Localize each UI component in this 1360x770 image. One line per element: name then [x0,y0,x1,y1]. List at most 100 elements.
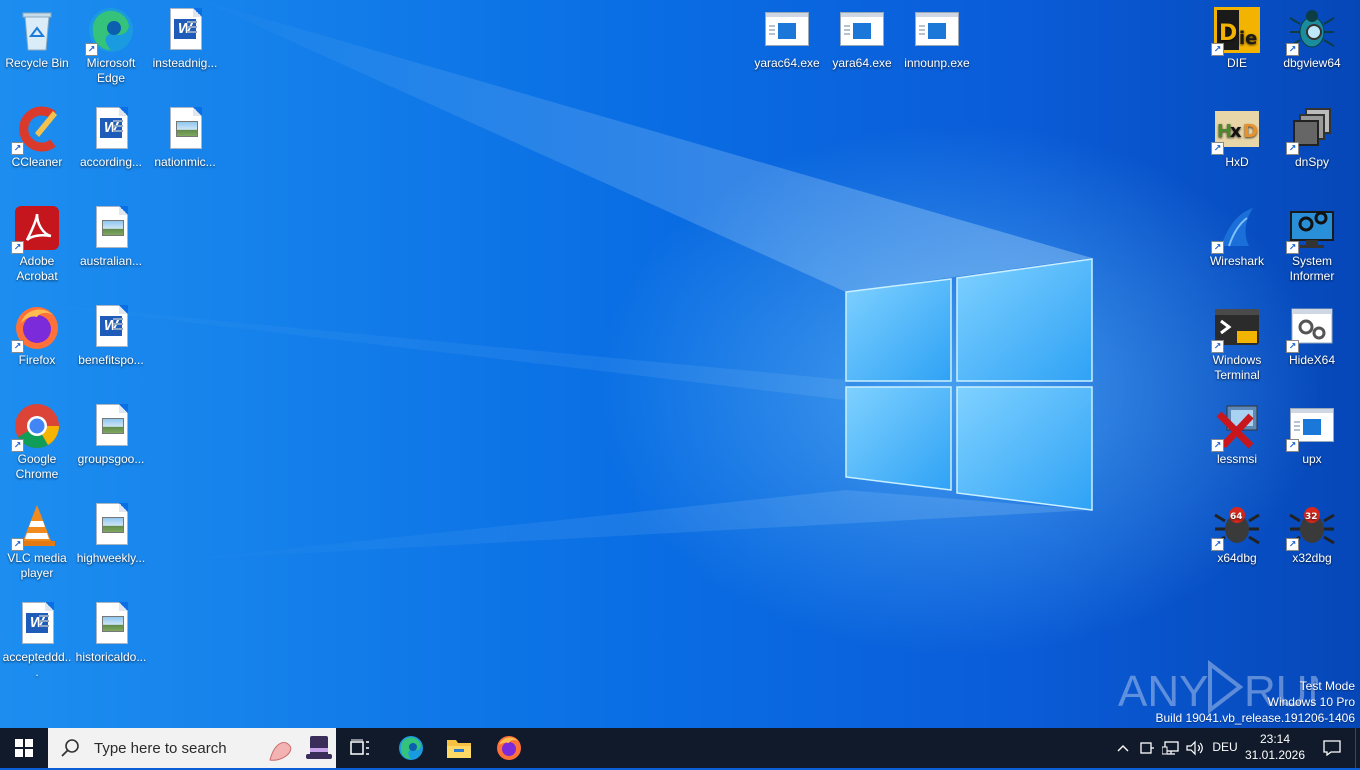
acrobat-icon: ↗ [11,204,61,254]
yara64-desktop-icon[interactable]: yara64.exe [825,0,899,71]
icon-label: yarac64.exe [754,56,820,70]
exe-file-icon [838,6,886,54]
clock-date: 31.01.2026 [1244,748,1306,762]
gears-window-icon: ↗ [1286,303,1336,353]
show-hidden-icons-button[interactable] [1112,728,1134,768]
wireshark-desktop-icon[interactable]: ↗ Wireshark [1200,198,1274,269]
monitor-gear-icon: ↗ [1286,204,1336,254]
acrobat-desktop-icon[interactable]: ↗ Adobe Acrobat [0,198,74,284]
word-file-desktop-icon[interactable]: W insteadnig... [148,0,222,71]
hidex64-desktop-icon[interactable]: ↗ HideX64 [1275,297,1349,368]
icon-label: Wireshark [1209,254,1264,268]
windows-logo-icon [15,739,33,757]
clock[interactable]: 23:14 31.01.2026 [1240,732,1310,762]
dbgview64-desktop-icon[interactable]: ↗ dbgview64 [1275,0,1349,71]
icon-label: benefitspo... [78,353,144,367]
shortcut-arrow-icon: ↗ [1211,340,1224,353]
wireshark-fin-icon: ↗ [1211,204,1261,254]
shortcut-arrow-icon: ↗ [1211,43,1224,56]
x32dbg-desktop-icon[interactable]: 32 ↗ x32dbg [1275,495,1349,566]
innounp-desktop-icon[interactable]: innounp.exe [900,0,974,71]
exe-file-icon [913,6,961,54]
icon-label: VLC media player [7,551,67,580]
icon-label: innounp.exe [904,56,970,70]
firefox-desktop-icon[interactable]: ↗ Firefox [0,297,74,368]
yarac64-desktop-icon[interactable]: yarac64.exe [750,0,824,71]
edge-icon [399,736,423,760]
action-center-button[interactable] [1312,728,1352,768]
language-indicator[interactable]: DEU [1208,740,1242,754]
shortcut-arrow-icon: ↗ [1211,538,1224,551]
tray-device-button[interactable] [1136,728,1158,768]
x64dbg-desktop-icon[interactable]: 64 ↗ x64dbg [1200,495,1274,566]
dnspy-desktop-icon[interactable]: ↗ dnSpy [1275,99,1349,170]
shortcut-arrow-icon: ↗ [1211,142,1224,155]
start-button[interactable] [0,728,48,768]
taskbar-search-box[interactable]: Type here to search [48,728,336,768]
shortcut-arrow-icon: ↗ [1211,241,1224,254]
hxd-desktop-icon[interactable]: HxD ↗ HxD [1200,99,1274,170]
chrome-desktop-icon[interactable]: ↗ Google Chrome [0,396,74,482]
firefox-icon: ↗ [11,303,61,353]
recycle-bin-desktop-icon[interactable]: Recycle Bin [0,0,74,71]
task-view-button[interactable] [340,728,380,768]
icon-label: HxD [1225,155,1249,169]
watermark-line: Test Mode [1299,679,1355,693]
svg-text:D: D [1243,121,1258,142]
image-file-icon [87,402,135,450]
taskbar-firefox-button[interactable] [488,728,530,768]
tray-network-button[interactable] [1160,728,1182,768]
die-desktop-icon[interactable]: Die ↗ DIE [1200,0,1274,71]
speaker-icon [1186,740,1203,756]
shortcut-arrow-icon: ↗ [11,439,24,452]
ccleaner-desktop-icon[interactable]: ↗ CCleaner [0,99,74,170]
windows-terminal-desktop-icon[interactable]: ↗ Windows Terminal [1200,297,1274,383]
taskbar: Type here to search DEU 23:14 31.01.2026 [0,728,1360,768]
upx-desktop-icon[interactable]: ↗ upx [1275,396,1349,467]
image-file-desktop-icon[interactable]: groupsgoo... [74,396,148,467]
icon-label: nationmic... [154,155,216,169]
shortcut-arrow-icon: ↗ [1286,538,1299,551]
svg-text:x: x [1230,121,1242,142]
shortcut-arrow-icon: ↗ [11,142,24,155]
icon-label: Adobe Acrobat [16,254,58,283]
system-informer-desktop-icon[interactable]: ↗ System Informer [1275,198,1349,284]
icon-label: upx [1302,452,1322,466]
x32dbg-bug-icon: 32 ↗ [1286,501,1336,551]
search-icon [60,738,80,758]
word-file-desktop-icon[interactable]: W according... [74,99,148,170]
icon-label: System Informer [1289,254,1335,283]
ccleaner-icon: ↗ [11,105,61,155]
taskbar-edge-button[interactable] [390,728,432,768]
show-desktop-button[interactable] [1355,728,1360,768]
icon-label: dbgview64 [1283,56,1341,70]
image-file-desktop-icon[interactable]: highweekly... [74,495,148,566]
taskbar-file-explorer-button[interactable] [438,728,480,768]
word-file-desktop-icon[interactable]: W accepteddd... [0,594,74,680]
word-file-desktop-icon[interactable]: W benefitspo... [74,297,148,368]
icon-label: dnSpy [1294,155,1330,169]
icon-label: accepteddd... [2,650,72,679]
notification-icon [1323,740,1341,756]
icon-label: Recycle Bin [5,56,69,70]
shortcut-arrow-icon: ↗ [1286,241,1299,254]
clock-time: 23:14 [1259,732,1291,746]
recycle-bin-icon [13,6,61,54]
edge-desktop-icon[interactable]: ↗ Microsoft Edge [74,0,148,86]
image-file-desktop-icon[interactable]: historicaldo... [74,594,148,665]
shortcut-arrow-icon: ↗ [1286,43,1299,56]
lessmsi-desktop-icon[interactable]: ↗ lessmsi [1200,396,1274,467]
image-file-desktop-icon[interactable]: australian... [74,198,148,269]
icon-label: Firefox [18,353,56,367]
image-file-desktop-icon[interactable]: nationmic... [148,99,222,170]
vlc-desktop-icon[interactable]: ↗ VLC media player [0,495,74,581]
word-doc-icon: W [87,105,135,153]
tray-volume-button[interactable] [1184,728,1206,768]
hxd-icon: HxD ↗ [1211,105,1261,155]
watermark-line: Build 19041.vb_release.191206-1406 [1155,711,1356,725]
edge-icon: ↗ [85,6,135,56]
folder-icon [447,740,471,758]
exe-file-icon: ↗ [1286,402,1336,452]
network-icon [1162,741,1179,755]
svg-text:ie: ie [1239,28,1257,49]
